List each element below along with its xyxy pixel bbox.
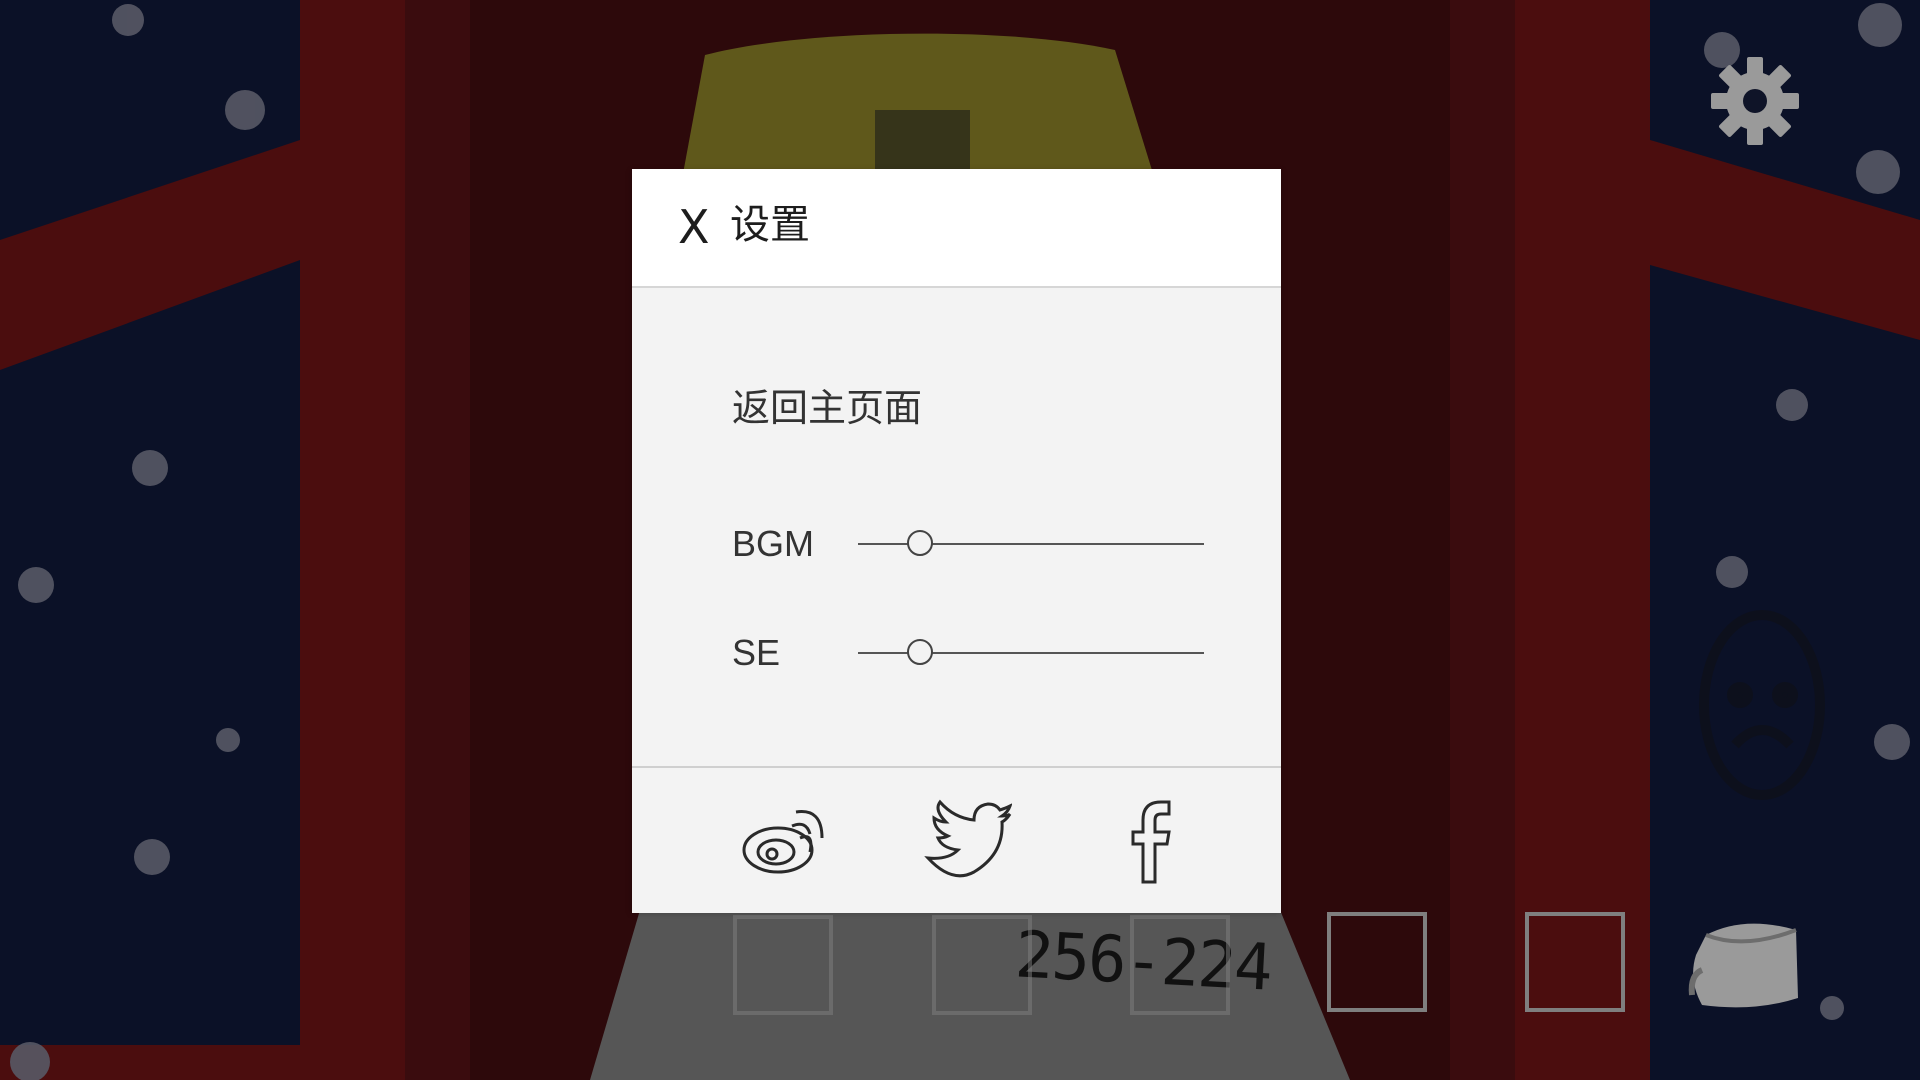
weibo-icon[interactable] bbox=[740, 798, 830, 884]
facebook-icon[interactable] bbox=[1107, 798, 1197, 884]
social-share-bar bbox=[632, 766, 1281, 913]
slider-thumb[interactable] bbox=[907, 639, 934, 665]
twitter-icon[interactable] bbox=[922, 798, 1012, 884]
gear-icon[interactable] bbox=[1709, 55, 1801, 147]
inventory-slot[interactable] bbox=[932, 915, 1032, 1015]
se-label: SE bbox=[732, 632, 781, 673]
dialog-header: X 设置 bbox=[632, 169, 1281, 288]
inventory-slot[interactable] bbox=[1130, 915, 1230, 1015]
inventory-slot[interactable] bbox=[1525, 912, 1625, 1012]
close-button[interactable]: X bbox=[678, 203, 718, 251]
inventory-slot[interactable] bbox=[1327, 912, 1427, 1012]
se-volume-slider[interactable] bbox=[858, 638, 1204, 668]
settings-dialog: X 设置 返回主页面 BGM SE bbox=[632, 169, 1281, 913]
inventory-slot[interactable] bbox=[733, 915, 833, 1015]
dialog-title: 设置 bbox=[730, 202, 810, 248]
slider-thumb[interactable] bbox=[907, 530, 934, 556]
bag-icon[interactable] bbox=[1684, 910, 1804, 1015]
bgm-volume-slider[interactable] bbox=[858, 529, 1204, 559]
return-home-button[interactable]: 返回主页面 bbox=[732, 383, 922, 433]
bgm-label: BGM bbox=[732, 523, 815, 564]
